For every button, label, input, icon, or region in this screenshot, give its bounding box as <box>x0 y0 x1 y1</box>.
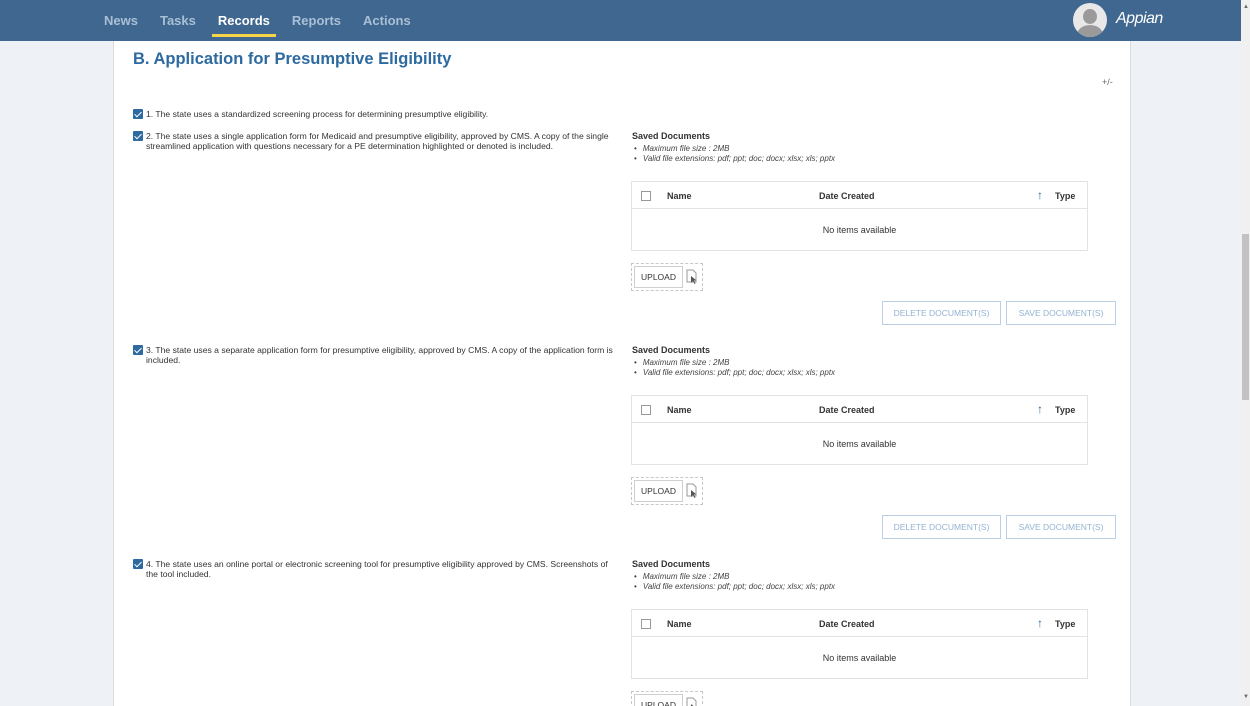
column-date-created[interactable]: Date Created <box>819 191 875 201</box>
column-type[interactable]: Type <box>1055 405 1075 415</box>
scroll-up-arrow-icon[interactable]: ▲ <box>1243 4 1249 10</box>
sort-arrow-icon[interactable]: ↑ <box>1037 188 1043 202</box>
delete-documents-button[interactable]: DELETE DOCUMENT(S) <box>882 301 1001 325</box>
saved-documents-block-2: Saved Documents Maximum file size : 2MB … <box>632 131 1118 164</box>
top-navigation-bar: News Tasks Records Reports Actions Appia… <box>0 0 1241 41</box>
select-all-checkbox[interactable] <box>641 191 651 201</box>
checkbox-label-1: 1. The state uses a standardized screeni… <box>146 109 489 119</box>
checkbox-label-2: 2. The state uses a single application f… <box>146 131 609 151</box>
no-items-message: No items available <box>822 439 897 449</box>
nav-reports[interactable]: Reports <box>292 0 341 41</box>
documents-grid-4: Name Date Created ↑ Type No items availa… <box>631 609 1088 679</box>
no-items-message: No items available <box>822 225 897 235</box>
file-cursor-icon <box>686 483 697 498</box>
valid-extensions: Valid file extensions: pdf; ppt; doc; do… <box>632 368 1118 378</box>
saved-documents-title: Saved Documents <box>632 559 711 569</box>
valid-extensions: Valid file extensions: pdf; ppt; doc; do… <box>632 154 1118 164</box>
max-file-size: Maximum file size : 2MB <box>632 144 1118 154</box>
nav-tasks[interactable]: Tasks <box>160 0 196 41</box>
document-rules: Maximum file size : 2MB Valid file exten… <box>632 358 1118 378</box>
checkbox-1[interactable] <box>133 109 143 119</box>
select-all-checkbox[interactable] <box>641 405 651 415</box>
nav-news[interactable]: News <box>104 0 138 41</box>
column-type[interactable]: Type <box>1055 619 1075 629</box>
upload-button[interactable]: UPLOAD <box>634 694 683 706</box>
upload-button[interactable]: UPLOAD <box>634 480 683 502</box>
column-name[interactable]: Name <box>667 191 692 201</box>
save-documents-button[interactable]: SAVE DOCUMENT(S) <box>1006 301 1116 325</box>
delete-documents-button[interactable]: DELETE DOCUMENT(S) <box>882 515 1001 539</box>
max-file-size: Maximum file size : 2MB <box>632 358 1118 368</box>
main-nav: News Tasks Records Reports Actions <box>104 0 433 41</box>
avatar-head-shape <box>1083 9 1097 24</box>
avatar-body-shape <box>1077 25 1103 37</box>
valid-extensions: Valid file extensions: pdf; ppt; doc; do… <box>632 582 1118 592</box>
section-title: B. Application for Presumptive Eligibili… <box>133 50 452 68</box>
checkbox-item-3: 3. The state uses a separate application… <box>133 345 613 365</box>
documents-grid-2: Name Date Created ↑ Type No items availa… <box>631 181 1088 251</box>
select-all-checkbox[interactable] <box>641 619 651 629</box>
documents-grid-3: Name Date Created ↑ Type No items availa… <box>631 395 1088 465</box>
checkbox-3[interactable] <box>133 345 143 355</box>
document-rules: Maximum file size : 2MB Valid file exten… <box>632 144 1118 164</box>
checkbox-4[interactable] <box>133 559 143 569</box>
upload-area-3[interactable]: UPLOAD <box>631 477 703 505</box>
no-items-message: No items available <box>822 653 897 663</box>
saved-documents-block-3: Saved Documents Maximum file size : 2MB … <box>632 345 1118 378</box>
column-name[interactable]: Name <box>667 619 692 629</box>
sort-arrow-icon[interactable]: ↑ <box>1037 402 1043 416</box>
user-avatar[interactable] <box>1073 3 1107 37</box>
saved-documents-title: Saved Documents <box>632 131 711 141</box>
saved-documents-title: Saved Documents <box>632 345 711 355</box>
document-rules: Maximum file size : 2MB Valid file exten… <box>632 572 1118 592</box>
save-documents-button[interactable]: SAVE DOCUMENT(S) <box>1006 515 1116 539</box>
upload-button[interactable]: UPLOAD <box>634 266 683 288</box>
column-date-created[interactable]: Date Created <box>819 619 875 629</box>
checkbox-2[interactable] <box>133 131 143 141</box>
grid-header: Name Date Created ↑ Type <box>632 396 1087 423</box>
saved-documents-block-4: Saved Documents Maximum file size : 2MB … <box>632 559 1118 592</box>
upload-area-4[interactable]: UPLOAD <box>631 691 703 706</box>
expand-collapse-toggle[interactable]: +/- <box>1102 77 1113 87</box>
checkbox-label-3: 3. The state uses a separate application… <box>146 345 613 365</box>
column-date-created[interactable]: Date Created <box>819 405 875 415</box>
scroll-down-arrow-icon[interactable]: ▼ <box>1243 694 1249 700</box>
file-cursor-icon <box>686 697 697 706</box>
scrollbar-thumb[interactable] <box>1242 234 1249 400</box>
checkbox-item-2: 2. The state uses a single application f… <box>133 131 613 151</box>
grid-header: Name Date Created ↑ Type <box>632 610 1087 637</box>
brand-logo[interactable]: Appian <box>1116 10 1163 28</box>
sort-arrow-icon[interactable]: ↑ <box>1037 616 1043 630</box>
upload-area-2[interactable]: UPLOAD <box>631 263 703 291</box>
checkbox-item-4: 4. The state uses an online portal or el… <box>133 559 613 579</box>
column-type[interactable]: Type <box>1055 191 1075 201</box>
column-name[interactable]: Name <box>667 405 692 415</box>
file-cursor-icon <box>686 269 697 284</box>
grid-header: Name Date Created ↑ Type <box>632 182 1087 209</box>
nav-records[interactable]: Records <box>211 0 276 41</box>
max-file-size: Maximum file size : 2MB <box>632 572 1118 582</box>
checkbox-label-4: 4. The state uses an online portal or el… <box>146 559 608 579</box>
nav-actions[interactable]: Actions <box>363 0 411 41</box>
checkbox-item-1: 1. The state uses a standardized screeni… <box>133 109 613 119</box>
